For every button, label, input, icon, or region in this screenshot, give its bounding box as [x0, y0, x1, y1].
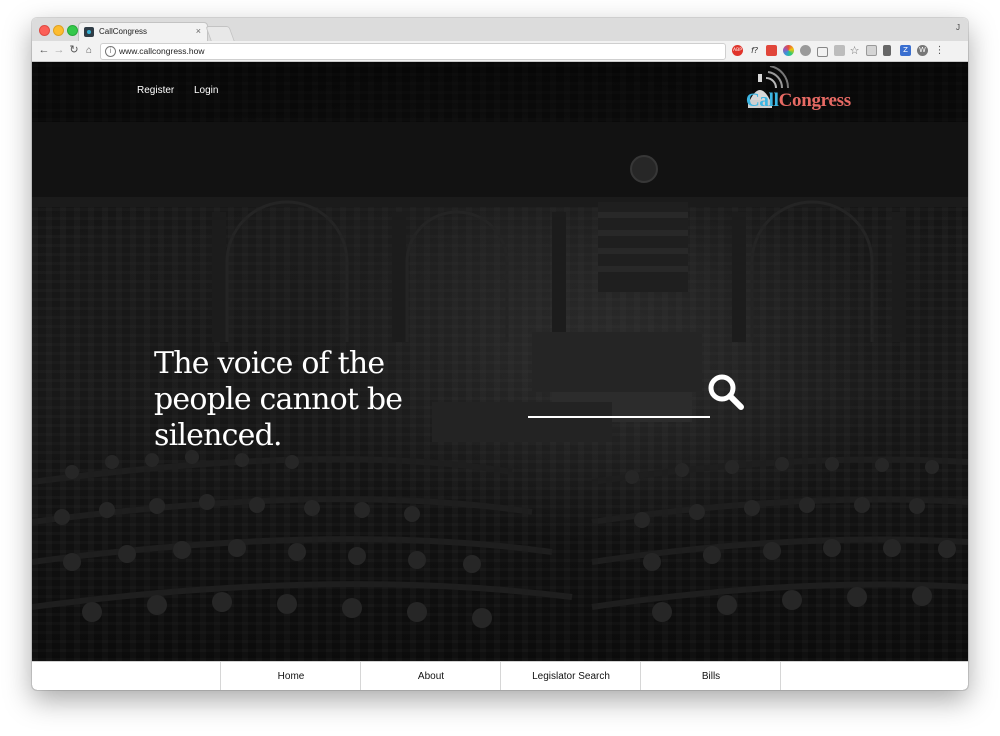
- nav-about[interactable]: About: [360, 662, 501, 690]
- nav-divider: [780, 662, 781, 690]
- back-arrow-icon[interactable]: ←: [38, 44, 50, 57]
- hero-headline: The voice of the people cannot be silenc…: [154, 346, 454, 454]
- maximize-window-button[interactable]: [67, 25, 78, 36]
- search-icon[interactable]: [706, 372, 746, 412]
- hero-background: Register Login CallCongress The voice of…: [32, 62, 968, 661]
- browser-toolbar: ← → ↻ ⌂ i www.callcongress.how ABP f? ☆ …: [32, 41, 968, 62]
- url-text[interactable]: www.callcongress.how: [119, 46, 205, 56]
- notes-icon[interactable]: [883, 45, 891, 56]
- browser-window: CallCongress × J ← → ↻ ⌂ i www.callcongr…: [32, 18, 968, 690]
- info-icon[interactable]: i: [105, 46, 116, 57]
- favicon-icon: [84, 27, 94, 37]
- home-icon[interactable]: ⌂: [83, 44, 95, 57]
- nav-legislator-search[interactable]: Legislator Search: [500, 662, 641, 690]
- profile-button[interactable]: J: [956, 23, 960, 32]
- tab-title: CallCongress: [99, 27, 148, 36]
- z-icon[interactable]: Z: [900, 45, 911, 56]
- headline-line: The voice of the: [154, 346, 385, 381]
- page-viewport: Register Login CallCongress The voice of…: [32, 62, 968, 690]
- tab-close-icon[interactable]: ×: [196, 26, 201, 36]
- tab-strip: CallCongress × J: [32, 18, 968, 42]
- register-link[interactable]: Register: [137, 85, 174, 96]
- star-icon[interactable]: ☆: [849, 45, 860, 56]
- new-tab-button[interactable]: [205, 26, 235, 41]
- address-bar[interactable]: i www.callcongress.how: [100, 43, 726, 60]
- abp-icon[interactable]: ABP: [732, 45, 743, 56]
- nav-home[interactable]: Home: [220, 662, 361, 690]
- reader-icon[interactable]: [866, 45, 877, 56]
- extension-icon[interactable]: [800, 45, 811, 56]
- headline-line: people cannot be: [154, 382, 403, 417]
- browser-tab[interactable]: CallCongress ×: [78, 22, 208, 42]
- wp-icon[interactable]: W: [917, 45, 928, 56]
- logo-text: CallCongress: [746, 90, 851, 111]
- callcongress-logo[interactable]: CallCongress: [732, 66, 882, 116]
- close-window-button[interactable]: [39, 25, 50, 36]
- reload-icon[interactable]: ↻: [68, 44, 80, 57]
- bottom-nav: Home About Legislator Search Bills: [32, 661, 968, 690]
- pocket-icon[interactable]: [766, 45, 777, 56]
- camera-icon[interactable]: [817, 47, 828, 57]
- search-input[interactable]: [528, 414, 710, 418]
- color-picker-icon[interactable]: [783, 45, 794, 56]
- menu-icon[interactable]: ⋮: [934, 45, 945, 56]
- font-icon[interactable]: f?: [749, 45, 760, 56]
- nav-bills[interactable]: Bills: [640, 662, 781, 690]
- headline-line: silenced.: [154, 418, 283, 453]
- login-link[interactable]: Login: [194, 85, 218, 96]
- extension-icon[interactable]: [834, 45, 845, 56]
- forward-arrow-icon[interactable]: →: [53, 44, 65, 57]
- minimize-window-button[interactable]: [53, 25, 64, 36]
